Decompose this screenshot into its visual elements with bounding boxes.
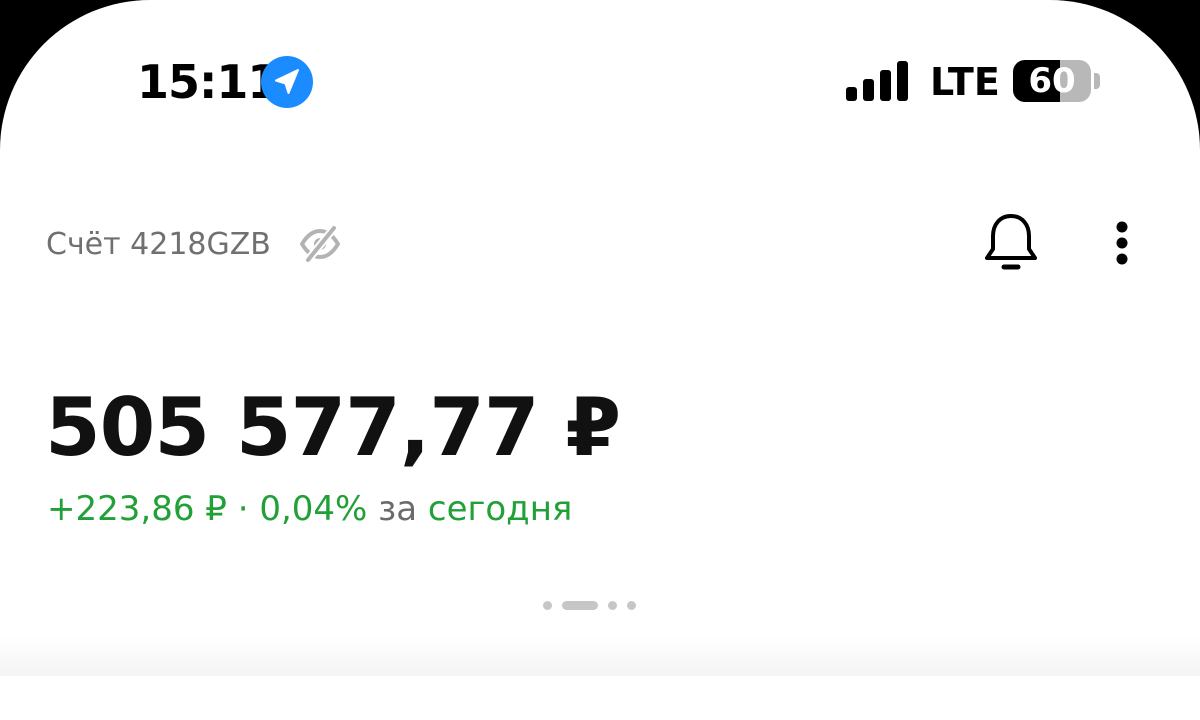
account-balance: 505 577,77 ₽ [45,381,621,474]
change-separator: · [237,489,249,529]
page-indicator-dot[interactable] [627,601,636,610]
battery-cap [1094,73,1100,89]
daily-change: +223,86 ₽ · 0,04% за сегодня [47,486,572,532]
network-type: LTE [930,60,1000,104]
account-label[interactable]: Счёт 4218GZB [46,224,271,266]
battery-icon: 60 [1013,60,1091,102]
cellular-signal-icon [846,61,908,101]
page-indicator-dot[interactable] [543,601,552,610]
status-bar: 15:11 LTE 60 [0,0,1200,170]
more-options-button[interactable] [1100,214,1144,274]
notifications-button[interactable] [980,210,1042,278]
change-percent: 0,04% [259,489,368,529]
status-time: 15:11 [137,55,279,109]
page-indicator-active[interactable] [562,601,598,610]
eye-off-icon[interactable] [299,223,341,265]
bottom-card-edge [0,636,1200,676]
period-label[interactable]: сегодня [428,489,572,529]
battery-level: 60 [1028,61,1076,101]
more-vertical-icon [1116,221,1128,265]
bell-icon [985,214,1037,270]
location-arrow-icon [261,56,313,108]
change-amount: +223,86 ₽ [47,489,227,529]
page-indicator-dot[interactable] [608,601,617,610]
period-prefix: за [378,489,418,529]
app-screen: 15:11 LTE 60 Счёт 4218GZB 505 577,77 ₽ +… [0,0,1200,720]
